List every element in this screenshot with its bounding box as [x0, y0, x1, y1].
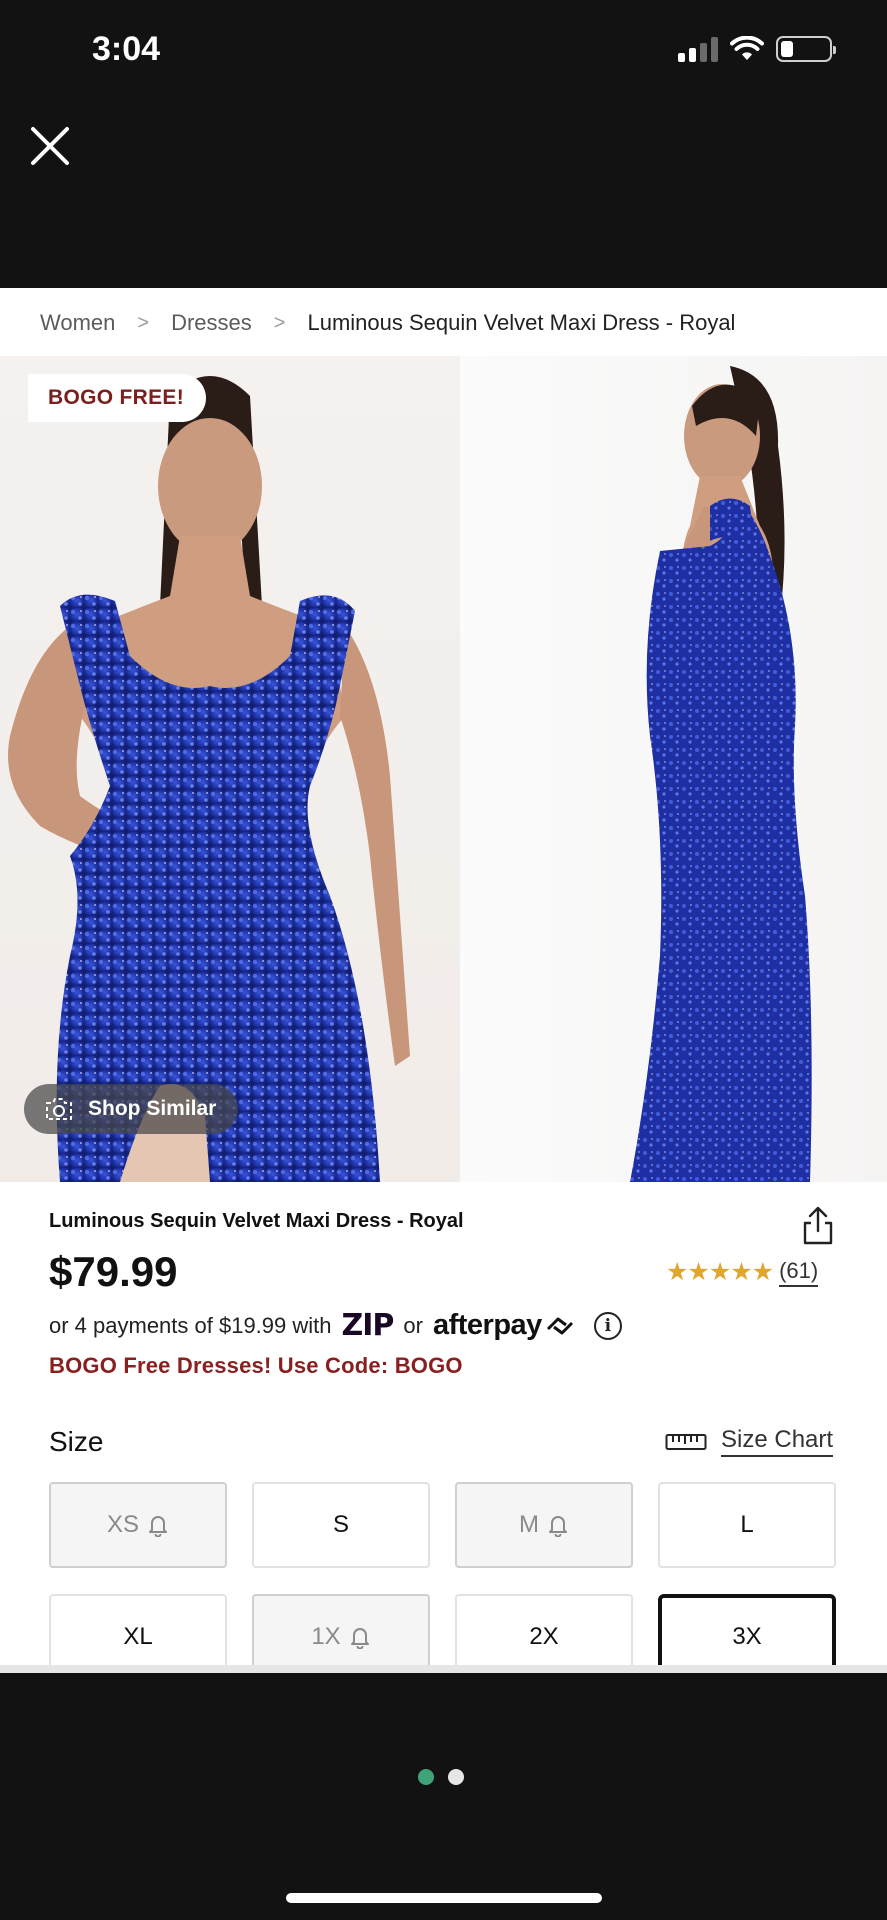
size-option-3x[interactable]: 3X [658, 1594, 836, 1673]
product-photo-back[interactable] [460, 356, 887, 1182]
size-option-m[interactable]: M [455, 1482, 633, 1568]
model-back-image [630, 366, 812, 1182]
size-option-xl[interactable]: XL [49, 1594, 227, 1673]
status-icons [678, 36, 836, 62]
info-icon[interactable]: i [593, 1311, 622, 1340]
product-photo-front[interactable]: BOGO FREE! Shop Similar [0, 356, 460, 1182]
breadcrumb-women[interactable]: Women [40, 310, 115, 336]
size-chart-label: Size Chart [721, 1426, 834, 1457]
model-front-image [8, 376, 410, 1182]
breadcrumb-dresses[interactable]: Dresses [171, 310, 252, 336]
size-option-l[interactable]: L [658, 1482, 836, 1568]
ruler-icon [665, 1433, 707, 1450]
bell-icon [149, 1516, 167, 1537]
battery-level [781, 41, 793, 57]
card-divider [0, 1665, 887, 1673]
bell-icon [549, 1516, 567, 1537]
image-pager [418, 1769, 464, 1785]
pager-dot-active[interactable] [418, 1769, 434, 1785]
size-option-xs[interactable]: XS [49, 1482, 227, 1568]
battery-icon [776, 36, 836, 62]
shop-similar-button[interactable]: Shop Similar [24, 1084, 239, 1134]
home-indicator[interactable] [286, 1893, 602, 1903]
zip-logo[interactable]: ZIP [342, 1308, 395, 1343]
size-options: XS S M L XL 1X 2X 3X [49, 1482, 839, 1673]
size-label-m: M [519, 1511, 539, 1538]
afterpay-logo[interactable]: afterpay [433, 1309, 542, 1342]
chevron-right-icon: > [273, 311, 286, 334]
product-gallery[interactable]: BOGO FREE! Shop Similar [0, 356, 887, 1182]
chevron-right-icon: > [137, 311, 150, 334]
cellular-signal-icon [678, 36, 718, 62]
status-bar: 3:04 [0, 0, 887, 100]
size-label-3x: 3X [732, 1623, 762, 1650]
size-option-2x[interactable]: 2X [455, 1594, 633, 1673]
star-rating-icons: ★★★★★ [666, 1258, 774, 1286]
bell-icon [350, 1628, 369, 1649]
breadcrumb-current: Luminous Sequin Velvet Maxi Dress - Roya… [307, 310, 736, 335]
product-rating[interactable]: ★★★★★ (61) [666, 1257, 819, 1287]
bogo-badge: BOGO FREE! [28, 374, 207, 422]
size-label-2x: 2X [529, 1623, 559, 1650]
afterpay-arrows-icon [546, 1317, 573, 1334]
installment-text: or 4 payments of $19.99 with [49, 1312, 332, 1338]
share-icon[interactable] [800, 1206, 836, 1246]
size-label-xs: XS [106, 1511, 139, 1538]
size-label-l: L [740, 1511, 754, 1538]
camera-icon [46, 1098, 72, 1120]
size-heading: Size [49, 1426, 104, 1457]
promo-text: BOGO Free Dresses! Use Code: BOGO [49, 1353, 463, 1378]
size-chart-link[interactable]: Size Chart [665, 1426, 834, 1457]
pager-dot-inactive[interactable] [448, 1769, 464, 1785]
shop-similar-label: Shop Similar [88, 1097, 217, 1120]
breadcrumb: Women > Dresses > Luminous Sequin Velvet… [40, 310, 735, 336]
review-count[interactable]: (61) [779, 1258, 819, 1287]
status-time: 3:04 [92, 30, 161, 68]
size-label-xl: XL [123, 1623, 153, 1650]
product-title: Luminous Sequin Velvet Maxi Dress - Roya… [49, 1210, 464, 1232]
size-label-1x: 1X [311, 1623, 341, 1650]
size-label-s: S [332, 1511, 349, 1538]
installment-info: or 4 payments of $19.99 with ZIP or afte… [49, 1308, 622, 1343]
installment-or: or [403, 1312, 423, 1338]
size-option-1x[interactable]: 1X [252, 1594, 430, 1673]
close-icon[interactable] [28, 124, 72, 168]
product-price: $79.99 [49, 1248, 178, 1295]
product-card: Women > Dresses > Luminous Sequin Velvet… [0, 288, 887, 1673]
size-option-s[interactable]: S [252, 1482, 430, 1568]
wifi-icon [730, 36, 764, 60]
